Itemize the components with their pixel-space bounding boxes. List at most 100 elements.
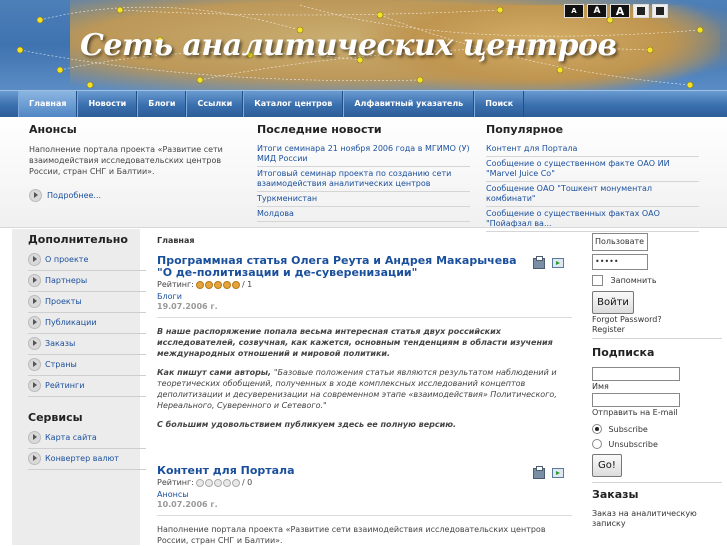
username-input[interactable]: Пользовате xyxy=(592,233,648,251)
popular-panel: Популярное Контент для Портала Сообщение… xyxy=(486,123,699,234)
announcements-title: Анонсы xyxy=(29,123,77,136)
font-small-button[interactable]: A xyxy=(564,4,584,18)
font-size-tools: A A A xyxy=(564,4,668,18)
nav-item-home[interactable]: Главная xyxy=(18,91,78,117)
name-input[interactable] xyxy=(592,367,680,381)
announcements-panel: Анонсы Наполнение портала проекта «Разви… xyxy=(29,123,229,202)
email-icon[interactable] xyxy=(552,468,564,478)
star-icon xyxy=(231,280,240,289)
print-icon[interactable] xyxy=(533,466,545,479)
read-more-link[interactable]: Подробнее... xyxy=(29,189,229,202)
name-label: Имя xyxy=(592,382,609,391)
unsubscribe-option[interactable]: Unsubscribe xyxy=(592,439,658,449)
star-icon xyxy=(204,280,213,289)
go-button[interactable]: Go! xyxy=(592,454,622,477)
read-more-label: Подробнее... xyxy=(47,191,102,200)
subscribe-title: Подписка xyxy=(592,346,655,359)
services-menu: Карта сайта Конвертер валют xyxy=(12,428,146,470)
subscribe-option[interactable]: Subscribe xyxy=(592,424,648,434)
main-navigation: Главная Новости Блоги Ссылки Каталог цен… xyxy=(0,90,727,117)
nav-item-links[interactable]: Ссылки xyxy=(186,91,244,117)
nav-item-catalog[interactable]: Каталог центров xyxy=(243,91,344,117)
forgot-password-link[interactable]: Forgot Password? xyxy=(592,315,662,324)
menu-item-orders[interactable]: Заказы xyxy=(28,334,146,355)
star-icon xyxy=(213,280,222,289)
main-content: Главная Программная статья Олега Реута и… xyxy=(145,229,577,545)
menu-item-countries[interactable]: Страны xyxy=(28,355,146,376)
star-empty-icon xyxy=(231,478,240,487)
article-category-link[interactable]: Анонсы xyxy=(157,490,572,499)
font-large-button[interactable]: A xyxy=(610,4,630,18)
left-sidebar: Дополнительно О проекте Партнеры Проекты… xyxy=(12,229,146,545)
arrow-right-icon xyxy=(28,431,41,444)
menu-item-projects[interactable]: Проекты xyxy=(28,292,146,313)
email-label: Отправить на E-mail xyxy=(592,408,678,417)
email-input[interactable] xyxy=(592,393,680,407)
nav-item-search[interactable]: Поиск xyxy=(474,91,525,117)
order-analytic-note-link[interactable]: Заказ на аналитическую записку xyxy=(592,509,702,529)
menu-item-sitemap[interactable]: Карта сайта xyxy=(28,428,146,449)
nav-item-alphabetical-index[interactable]: Алфавитный указатель xyxy=(343,91,475,117)
menu-item-publications[interactable]: Публикации xyxy=(28,313,146,334)
article-category-link[interactable]: Блоги xyxy=(157,292,572,301)
arrow-right-icon xyxy=(28,452,41,465)
subscribe-radio[interactable] xyxy=(592,424,602,434)
news-link[interactable]: Туркменистан xyxy=(257,194,470,207)
contrast-icon[interactable] xyxy=(633,4,649,18)
remember-me[interactable]: Запомнить xyxy=(592,275,657,286)
article-body: Наполнение портала проекта «Развитие сет… xyxy=(157,525,546,545)
menu-item-partners[interactable]: Партнеры xyxy=(28,271,146,292)
nav-item-blogs[interactable]: Блоги xyxy=(137,91,187,117)
arrow-right-icon xyxy=(29,189,42,202)
arrow-right-icon xyxy=(28,253,41,266)
top-info-band: Анонсы Наполнение портала проекта «Разви… xyxy=(0,117,727,232)
news-link[interactable]: Молдова xyxy=(257,209,470,222)
password-input[interactable]: ••••• xyxy=(592,254,648,270)
star-empty-icon xyxy=(204,478,213,487)
article-quote: Как пишут сами авторы, "Базовые положени… xyxy=(157,368,557,410)
unsubscribe-radio[interactable] xyxy=(592,439,602,449)
popular-link[interactable]: Сообщение о существенном факте ОАО ИИ "M… xyxy=(486,159,699,182)
popular-link[interactable]: Сообщение ОАО "Тошкент монументал комбин… xyxy=(486,184,699,207)
menu-item-ratings[interactable]: Рейтинги xyxy=(28,376,146,397)
email-icon[interactable] xyxy=(552,258,564,268)
star-icon xyxy=(195,280,204,289)
article-title-link[interactable]: Контент для Портала xyxy=(157,465,522,477)
arrow-right-icon xyxy=(28,274,41,287)
article-item: Контент для Портала Рейтинг: / 0 Анонсы … xyxy=(157,465,572,546)
print-icon[interactable] xyxy=(533,256,545,269)
star-empty-icon xyxy=(213,478,222,487)
rating-stars xyxy=(195,478,240,487)
arrow-right-icon xyxy=(28,295,41,308)
article-rating: Рейтинг: / 0 xyxy=(157,478,253,487)
menu-item-about[interactable]: О проекте xyxy=(28,250,146,271)
remember-checkbox[interactable] xyxy=(592,275,603,286)
announcements-text: Наполнение портала проекта «Развитие сет… xyxy=(29,145,223,176)
article-lead: В наше распоряжение попала весьма интере… xyxy=(157,327,553,358)
font-medium-button[interactable]: A xyxy=(587,4,607,18)
popular-title: Популярное xyxy=(486,123,564,136)
fullscreen-icon[interactable] xyxy=(652,4,668,18)
nav-item-news[interactable]: Новости xyxy=(77,91,138,117)
star-empty-icon xyxy=(195,478,204,487)
article-item: Программная статья Олега Реута и Андрея … xyxy=(157,255,572,430)
news-link[interactable]: Итоговый семинар проекта по созданию сет… xyxy=(257,169,470,192)
register-link[interactable]: Register xyxy=(592,325,625,334)
additional-menu: О проекте Партнеры Проекты Публикации За… xyxy=(12,250,146,397)
article-title-link[interactable]: Программная статья Олега Реута и Андрея … xyxy=(157,255,522,279)
article-date: 19.07.2006 г. xyxy=(157,302,218,311)
login-button[interactable]: Войти xyxy=(592,291,634,314)
popular-link[interactable]: Контент для Портала xyxy=(486,144,699,157)
news-link[interactable]: Итоги семинара 21 ноября 2006 года в МГИ… xyxy=(257,144,470,167)
rating-stars xyxy=(195,280,240,289)
additional-menu-title: Дополнительно xyxy=(28,233,128,246)
arrow-right-icon xyxy=(28,316,41,329)
services-menu-title: Сервисы xyxy=(28,411,83,424)
article-rating: Рейтинг: / 1 xyxy=(157,280,253,289)
star-icon xyxy=(222,280,231,289)
orders-title: Заказы xyxy=(592,488,639,501)
star-empty-icon xyxy=(222,478,231,487)
site-header: Сеть аналитических центров A A A xyxy=(0,0,727,90)
site-title: Сеть аналитических центров xyxy=(80,28,617,63)
menu-item-currency-converter[interactable]: Конвертер валют xyxy=(28,449,146,470)
